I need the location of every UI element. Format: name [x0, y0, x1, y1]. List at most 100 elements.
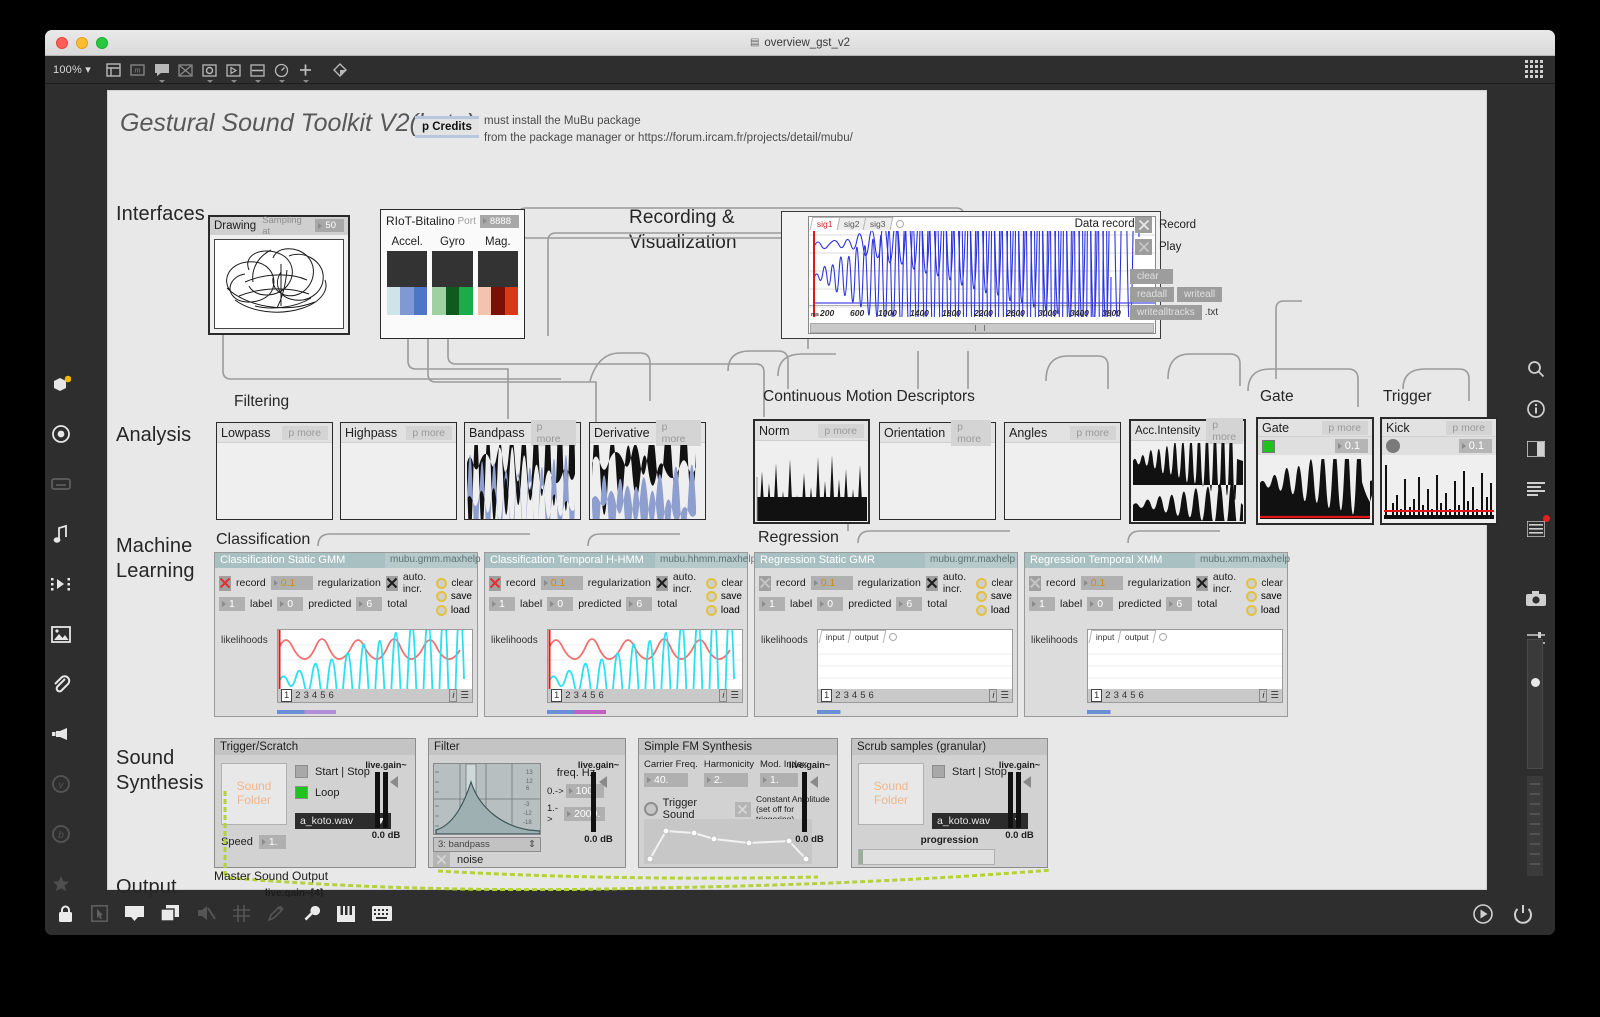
auto-incr-toggle[interactable]: [655, 575, 668, 591]
wrench-icon[interactable]: [303, 905, 321, 927]
page-index-bar[interactable]: 123 456 i ☰: [1088, 689, 1282, 702]
list-icon[interactable]: ☰: [730, 690, 739, 701]
writeall-button[interactable]: writeall: [1177, 287, 1223, 302]
paint-icon[interactable]: [329, 60, 351, 80]
clear-button[interactable]: [976, 577, 988, 589]
record-toggle[interactable]: [1135, 217, 1152, 233]
start-stop-toggle[interactable]: [295, 765, 308, 778]
save-button[interactable]: [975, 591, 987, 602]
load-button[interactable]: [435, 605, 447, 616]
camera-icon[interactable]: [1520, 579, 1552, 619]
p-more-button[interactable]: p more: [530, 419, 576, 446]
progression-bar[interactable]: [858, 849, 995, 865]
sound-folder-dropzone[interactable]: Sound Folder: [858, 763, 924, 825]
info-button[interactable]: i: [1259, 689, 1268, 702]
noise-toggle[interactable]: [433, 852, 450, 867]
io-tabs[interactable]: input output: [1088, 630, 1168, 643]
zoom-level[interactable]: 100% ▾: [53, 63, 91, 76]
credits-button[interactable]: p Credits: [415, 116, 479, 138]
readall-button[interactable]: readall: [1130, 287, 1175, 302]
search-icon[interactable]: [1520, 349, 1552, 389]
presentation-icon[interactable]: [125, 905, 144, 927]
label-field[interactable]: 1: [759, 597, 785, 611]
ml-help-link[interactable]: mubu.gmr.maxhelp: [925, 553, 1017, 568]
horizontal-scrollbar[interactable]: [810, 323, 1154, 333]
tab-output[interactable]: output: [848, 630, 887, 643]
play-toggle[interactable]: [1135, 239, 1152, 255]
gain-control[interactable]: live.gain~ 0.0 dB: [576, 760, 621, 845]
grid-icon[interactable]: [1525, 60, 1545, 85]
attachment-icon[interactable]: [45, 659, 77, 709]
info-icon[interactable]: [1520, 389, 1552, 429]
signal-display[interactable]: sig1 sig2 sig3 Data recording ms 200 600…: [808, 216, 1156, 334]
audio-off-icon[interactable]: [197, 905, 216, 927]
list-icon[interactable]: ☰: [1270, 690, 1279, 701]
sidebar-panel-icon[interactable]: [1520, 429, 1552, 469]
gain-control[interactable]: live.gain~ 0.0 dB: [997, 760, 1042, 841]
packages-icon[interactable]: [45, 359, 77, 409]
tab-add-icon[interactable]: [1159, 632, 1168, 641]
likelihoods-plot[interactable]: 123 456 i ☰: [547, 606, 743, 746]
loop-toggle[interactable]: [295, 786, 308, 799]
play-circle-icon[interactable]: [1473, 903, 1493, 929]
save-button[interactable]: [435, 591, 447, 602]
bach-icon[interactable]: b: [45, 809, 77, 859]
start-stop-toggle[interactable]: [932, 765, 945, 778]
info-button[interactable]: i: [449, 689, 458, 702]
dial-icon[interactable]: [271, 60, 293, 83]
ml-help-link[interactable]: mubu.gmm.maxhelp: [385, 553, 481, 568]
filter-mode-select[interactable]: 3: bandpass ⇕: [433, 837, 541, 852]
list-icon[interactable]: ☰: [460, 690, 469, 701]
p-more-button[interactable]: p more: [951, 419, 991, 446]
p-more-button[interactable]: p more: [406, 425, 452, 440]
keyboard-piano-icon[interactable]: [337, 905, 355, 927]
tab-output[interactable]: output: [1118, 630, 1157, 643]
load-button[interactable]: [705, 605, 717, 616]
record-toggle[interactable]: [219, 575, 231, 591]
sound-folder-dropzone[interactable]: Sound Folder: [221, 763, 287, 825]
message-box-icon[interactable]: [175, 60, 197, 80]
comment-icon[interactable]: [151, 60, 173, 83]
channel-display[interactable]: [387, 251, 428, 287]
tab-sig1[interactable]: sig1: [809, 217, 840, 230]
predicted-field[interactable]: 0: [817, 597, 844, 611]
gain-control[interactable]: live.gain~ 0.0 dB: [362, 760, 410, 841]
record-toggle[interactable]: [489, 575, 501, 591]
slider-icon[interactable]: [247, 60, 269, 83]
io-plot[interactable]: input output 123 456 i ☰: [1087, 629, 1283, 703]
add-object-icon[interactable]: [295, 60, 317, 83]
predicted-field[interactable]: 0: [547, 597, 574, 611]
load-button[interactable]: [975, 605, 987, 616]
regularization-field[interactable]: 0.1: [810, 576, 853, 590]
console-icon[interactable]: [1520, 469, 1552, 509]
clear-button[interactable]: clear: [1130, 269, 1173, 284]
p-more-button[interactable]: p more: [1070, 425, 1116, 440]
keyboard-icon[interactable]: [45, 459, 77, 509]
grid-snap-icon[interactable]: [233, 905, 250, 927]
constant-amplitude-toggle[interactable]: [734, 801, 751, 817]
page-index-bar[interactable]: 123 456 i ☰: [818, 689, 1012, 702]
computer-keyboard-icon[interactable]: [372, 906, 392, 926]
label-field[interactable]: 1: [219, 597, 245, 611]
p-more-button[interactable]: p more: [282, 425, 328, 440]
max-object-icon[interactable]: m: [127, 60, 149, 80]
regularization-field[interactable]: 0.1: [540, 576, 583, 590]
total-field[interactable]: 6: [896, 597, 923, 611]
snapshot-icon[interactable]: [45, 409, 77, 459]
edit-cursor-icon[interactable]: [91, 905, 108, 927]
p-more-button[interactable]: p more: [818, 423, 864, 438]
music-note-icon[interactable]: [45, 509, 77, 559]
sidebar-toggle-icon[interactable]: [103, 60, 125, 80]
total-field[interactable]: 6: [626, 597, 653, 611]
filtergraph[interactable]: 13 12 6 -3 -12 -18: [433, 763, 541, 835]
image-icon[interactable]: [45, 609, 77, 659]
regularization-field[interactable]: 0.1: [270, 576, 313, 590]
harmonicity-field[interactable]: 2.: [703, 773, 748, 787]
gain-control[interactable]: live.gain~ 0.0 dB: [787, 760, 832, 845]
p-more-button[interactable]: p more: [1322, 420, 1368, 435]
parameters-icon[interactable]: [1520, 509, 1552, 549]
button-icon[interactable]: [223, 60, 245, 83]
channel-display[interactable]: [477, 251, 518, 287]
info-button[interactable]: i: [989, 689, 998, 702]
clear-button[interactable]: [1246, 577, 1258, 589]
